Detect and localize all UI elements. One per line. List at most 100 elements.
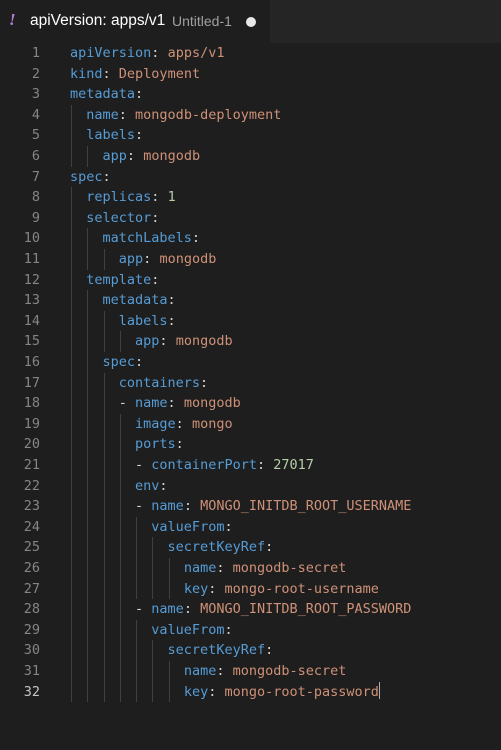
tab-description: Untitled-1 xyxy=(172,13,232,29)
code-line[interactable]: 19 image: mongo xyxy=(0,413,501,435)
line-number: 12 xyxy=(23,271,40,288)
code-line[interactable]: 17 containers: xyxy=(0,372,501,394)
yaml-key: metadata xyxy=(102,292,168,309)
code-text: env: xyxy=(135,477,168,494)
code-line[interactable]: 11 app: mongodb xyxy=(0,249,501,270)
code-text: spec: xyxy=(102,354,144,370)
line-number: 22 xyxy=(23,477,40,494)
line-number: 6 xyxy=(31,148,40,164)
yaml-key: name xyxy=(183,663,217,679)
code-editor[interactable]: 1 apiVersion: apps/v1 2 kind: Deployment 3 me… xyxy=(0,43,501,750)
code-text: selector: xyxy=(86,209,160,226)
code-text: name: mongodb-deployment xyxy=(86,106,282,123)
code-line[interactable]: 32 key: mongo-root-password xyxy=(0,681,501,703)
code-line[interactable]: 26 name: mongodb-secret xyxy=(0,558,501,579)
yaml-key: app xyxy=(118,251,144,267)
line-number: 31 xyxy=(23,663,40,679)
code-text: app: mongodb xyxy=(102,148,201,164)
code-line[interactable]: 24 valueFrom: xyxy=(0,516,501,538)
indent-guide xyxy=(71,331,72,352)
indent-guide xyxy=(103,558,105,579)
code-line[interactable]: 1 apiVersion: apps/v1 xyxy=(0,43,501,64)
code-text: secretKeyRef: xyxy=(167,642,274,659)
code-line[interactable]: 15 app: mongodb xyxy=(0,331,501,352)
indent-guide xyxy=(87,228,89,249)
indent-guide xyxy=(87,640,89,661)
indent-guide xyxy=(71,619,72,641)
code-line[interactable]: 8 replicas: 1 xyxy=(0,187,501,208)
code-line[interactable]: 16 spec: xyxy=(0,352,501,373)
indent-guide xyxy=(152,558,154,579)
code-line[interactable]: 29 valueFrom: xyxy=(0,619,501,641)
indent-guide xyxy=(87,331,89,352)
code-line[interactable]: 14 labels: xyxy=(0,310,501,332)
code-line[interactable]: 10 matchLabels: xyxy=(0,228,501,249)
indent-guide xyxy=(71,578,72,600)
yaml-key: template xyxy=(86,271,152,288)
indent-guide xyxy=(103,393,105,414)
yaml-key: spec xyxy=(102,354,136,370)
indent-guide xyxy=(71,537,72,558)
yaml-key: containerPort xyxy=(151,457,257,473)
code-line[interactable]: 21 - containerPort: 27017 xyxy=(0,455,501,476)
indent-guide xyxy=(119,455,121,476)
yaml-key: key xyxy=(183,580,209,597)
code-text: name: mongodb-secret xyxy=(183,560,347,576)
indent-guide xyxy=(119,331,121,352)
indent-guide xyxy=(71,558,72,579)
indent-guide xyxy=(119,599,121,620)
code-line[interactable]: 20 ports: xyxy=(0,434,501,455)
code-line[interactable]: 18 - name: mongodb xyxy=(0,393,501,414)
code-text: app: mongodb xyxy=(135,333,233,350)
indent-guide xyxy=(136,640,138,661)
indent-guide xyxy=(71,187,72,208)
indent-guide xyxy=(119,661,121,682)
editor-tab[interactable]: ! apiVersion: apps/v1 Untitled-1 xyxy=(0,0,270,43)
code-line[interactable]: 12 template: xyxy=(0,269,501,291)
code-line[interactable]: 27 key: mongo-root-username xyxy=(0,578,501,600)
yaml-key: name xyxy=(183,560,217,576)
code-text: labels: xyxy=(118,312,176,329)
code-line[interactable]: 25 secretKeyRef: xyxy=(0,537,501,558)
line-number: 18 xyxy=(23,395,40,412)
indent-guide xyxy=(103,599,105,620)
code-line[interactable]: 7 spec: xyxy=(0,167,501,188)
yaml-key: valueFrom xyxy=(151,621,225,638)
indent-guide xyxy=(119,681,121,703)
indent-guide xyxy=(87,372,89,394)
code-line[interactable]: 2 kind: Deployment xyxy=(0,64,501,85)
code-line[interactable]: 31 name: mongodb-secret xyxy=(0,661,501,682)
code-line[interactable]: 30 secretKeyRef: xyxy=(0,640,501,661)
code-line[interactable]: 4 name: mongodb-deployment xyxy=(0,104,501,126)
code-line[interactable]: 5 labels: xyxy=(0,125,501,146)
code-line[interactable]: 22 env: xyxy=(0,475,501,497)
code-text: key: mongo-root-username xyxy=(183,580,379,597)
indent-guide xyxy=(71,290,72,311)
line-number: 2 xyxy=(31,65,40,82)
line-number: 1 xyxy=(31,45,40,61)
code-line[interactable]: 3 metadata: xyxy=(0,84,501,105)
indent-guide xyxy=(136,661,138,682)
indent-guide xyxy=(71,228,72,249)
code-line[interactable]: 23 - name: MONGO_INITDB_ROOT_USERNAME xyxy=(0,496,501,517)
yaml-key: secretKeyRef xyxy=(167,539,266,556)
unsaved-dot-icon[interactable] xyxy=(246,17,256,27)
indent-guide xyxy=(71,310,72,332)
text-cursor xyxy=(378,681,380,699)
indent-guide xyxy=(71,661,72,682)
code-line[interactable]: 9 selector: xyxy=(0,207,501,229)
indent-guide xyxy=(87,434,89,455)
code-line[interactable]: 28 - name: MONGO_INITDB_ROOT_PASSWORD xyxy=(0,599,501,620)
indent-guide xyxy=(87,455,89,476)
yaml-key: containers xyxy=(118,374,201,391)
indent-guide xyxy=(71,475,72,497)
indent-guide xyxy=(103,681,105,703)
indent-guide xyxy=(136,516,138,538)
code-line[interactable]: 6 app: mongodb xyxy=(0,146,501,167)
code-line[interactable]: 13 metadata: xyxy=(0,290,501,311)
code-text: app: mongodb xyxy=(118,251,217,267)
yaml-key: apiVersion xyxy=(70,45,152,61)
indent-guide xyxy=(103,372,105,394)
indent-guide xyxy=(71,413,72,435)
yaml-key: name xyxy=(151,601,184,618)
